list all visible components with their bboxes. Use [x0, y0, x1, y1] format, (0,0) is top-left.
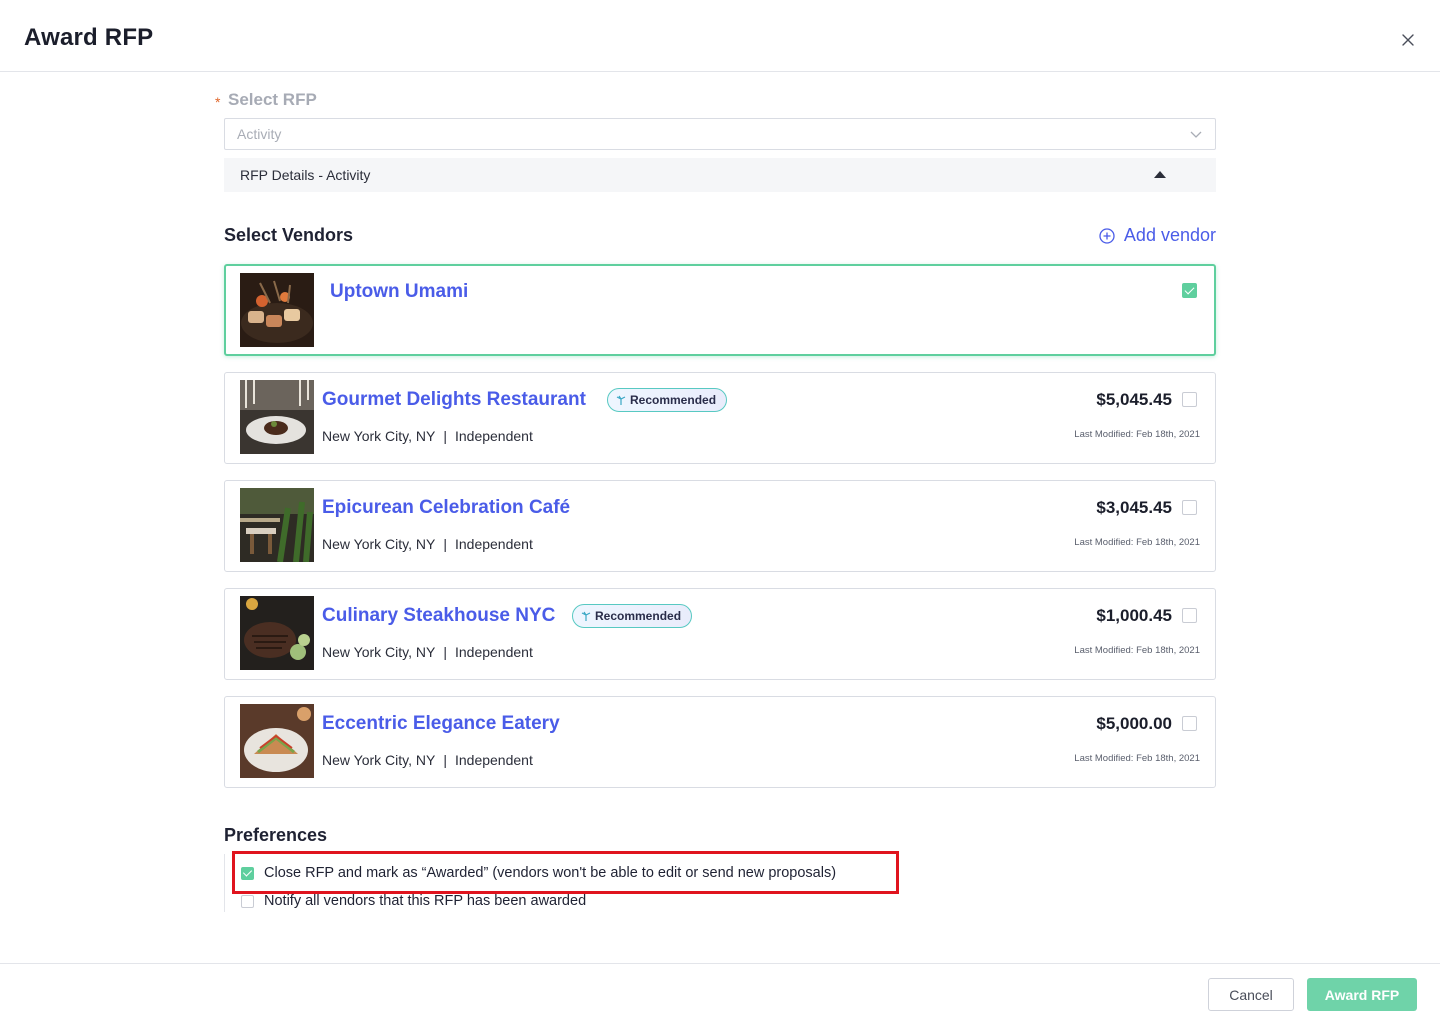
vendor-name[interactable]: Eccentric Elegance Eatery	[322, 713, 560, 735]
vendor-checkbox[interactable]	[1182, 500, 1197, 515]
rfp-details-toggle[interactable]: RFP Details - Activity	[224, 158, 1216, 192]
palm-icon	[581, 611, 591, 621]
vendor-card-culinary-steakhouse[interactable]: Culinary Steakhouse NYC Recommended New …	[224, 588, 1216, 680]
vendor-city: New York City, NY	[322, 644, 436, 660]
award-rfp-button[interactable]: Award RFP	[1307, 978, 1417, 1011]
vendor-meta: New York City, NY | Independent	[322, 536, 533, 552]
rfp-select-value: Activity	[237, 126, 282, 142]
caret-up-icon	[1154, 171, 1166, 178]
vendor-card-gourmet-delights[interactable]: Gourmet Delights Restaurant Recommended …	[224, 372, 1216, 464]
modal-title: Award RFP	[24, 24, 154, 51]
vendor-type: Independent	[454, 536, 533, 552]
vendor-price: $5,000.00	[1096, 714, 1172, 733]
vendor-checkbox[interactable]	[1182, 283, 1197, 298]
add-vendor-label: Add vendor	[1123, 225, 1216, 245]
notify-vendors-checkbox[interactable]	[241, 894, 254, 908]
recommended-label: Recommended	[630, 393, 717, 407]
annotation-highlight-box	[232, 851, 899, 894]
preferences-heading: Preferences	[224, 825, 328, 845]
modal-header: Award RFP	[0, 0, 1440, 72]
vendor-city: New York City, NY	[322, 536, 436, 552]
palm-icon	[616, 395, 626, 405]
last-modified: Last Modified: Feb 18th, 2021	[1074, 429, 1200, 440]
vendor-checkbox[interactable]	[1182, 608, 1197, 623]
vendor-price: $3,045.45	[1096, 498, 1172, 517]
rfp-details-label: RFP Details - Activity	[240, 167, 371, 183]
vendor-price: $1,000.45	[1096, 606, 1172, 625]
select-vendors-heading: Select Vendors	[224, 225, 354, 245]
vendor-name[interactable]: Uptown Umami	[330, 281, 468, 303]
vendor-photo	[240, 380, 314, 454]
meta-separator: |	[443, 644, 447, 660]
vendor-type: Independent	[454, 644, 533, 660]
recommended-label: Recommended	[595, 609, 682, 623]
vendor-checkbox[interactable]	[1182, 392, 1197, 407]
last-modified: Last Modified: Feb 18th, 2021	[1074, 537, 1200, 548]
vendor-city: New York City, NY	[322, 428, 436, 444]
vendor-meta: New York City, NY | Independent	[322, 428, 533, 444]
last-modified: Last Modified: Feb 18th, 2021	[1074, 753, 1200, 764]
meta-separator: |	[443, 428, 447, 444]
vendor-city: New York City, NY	[322, 752, 436, 768]
vendor-checkbox[interactable]	[1182, 716, 1197, 731]
plus-circle-icon	[1099, 227, 1115, 244]
required-asterisk: *	[215, 94, 221, 110]
meta-separator: |	[443, 752, 447, 768]
vendor-photo	[240, 273, 314, 347]
vendor-type: Independent	[454, 428, 533, 444]
add-vendor-button[interactable]: Add vendor	[1099, 225, 1216, 246]
modal-footer: Cancel Award RFP	[0, 963, 1440, 1023]
recommended-badge: Recommended	[572, 604, 693, 628]
vendor-name[interactable]: Epicurean Celebration Café	[322, 497, 570, 519]
vendor-name[interactable]: Gourmet Delights Restaurant	[322, 389, 586, 411]
meta-separator: |	[443, 536, 447, 552]
vendor-meta: New York City, NY | Independent	[322, 644, 533, 660]
cancel-button[interactable]: Cancel	[1208, 978, 1294, 1011]
vendor-photo	[240, 704, 314, 778]
preferences-divider	[224, 854, 225, 912]
recommended-badge: Recommended	[607, 388, 728, 412]
vendor-photo	[240, 488, 314, 562]
close-icon[interactable]	[1398, 30, 1418, 50]
chevron-down-icon	[1189, 128, 1203, 140]
rfp-select[interactable]: Activity	[224, 118, 1216, 150]
vendor-name[interactable]: Culinary Steakhouse NYC	[322, 605, 555, 627]
notify-vendors-label: Notify all vendors that this RFP has bee…	[264, 893, 587, 909]
last-modified: Last Modified: Feb 18th, 2021	[1074, 645, 1200, 656]
vendor-photo	[240, 596, 314, 670]
vendor-price: $5,045.45	[1096, 390, 1172, 409]
vendor-card-epicurean-celebration[interactable]: Epicurean Celebration Café New York City…	[224, 480, 1216, 572]
vendor-meta: New York City, NY | Independent	[322, 752, 533, 768]
vendor-type: Independent	[454, 752, 533, 768]
pref-notify-vendors[interactable]: Notify all vendors that this RFP has bee…	[241, 893, 586, 909]
select-rfp-label: Select RFP	[228, 90, 317, 109]
vendor-card-eccentric-elegance[interactable]: Eccentric Elegance Eatery New York City,…	[224, 696, 1216, 788]
vendor-card-uptown-umami[interactable]: Uptown Umami	[224, 264, 1216, 356]
